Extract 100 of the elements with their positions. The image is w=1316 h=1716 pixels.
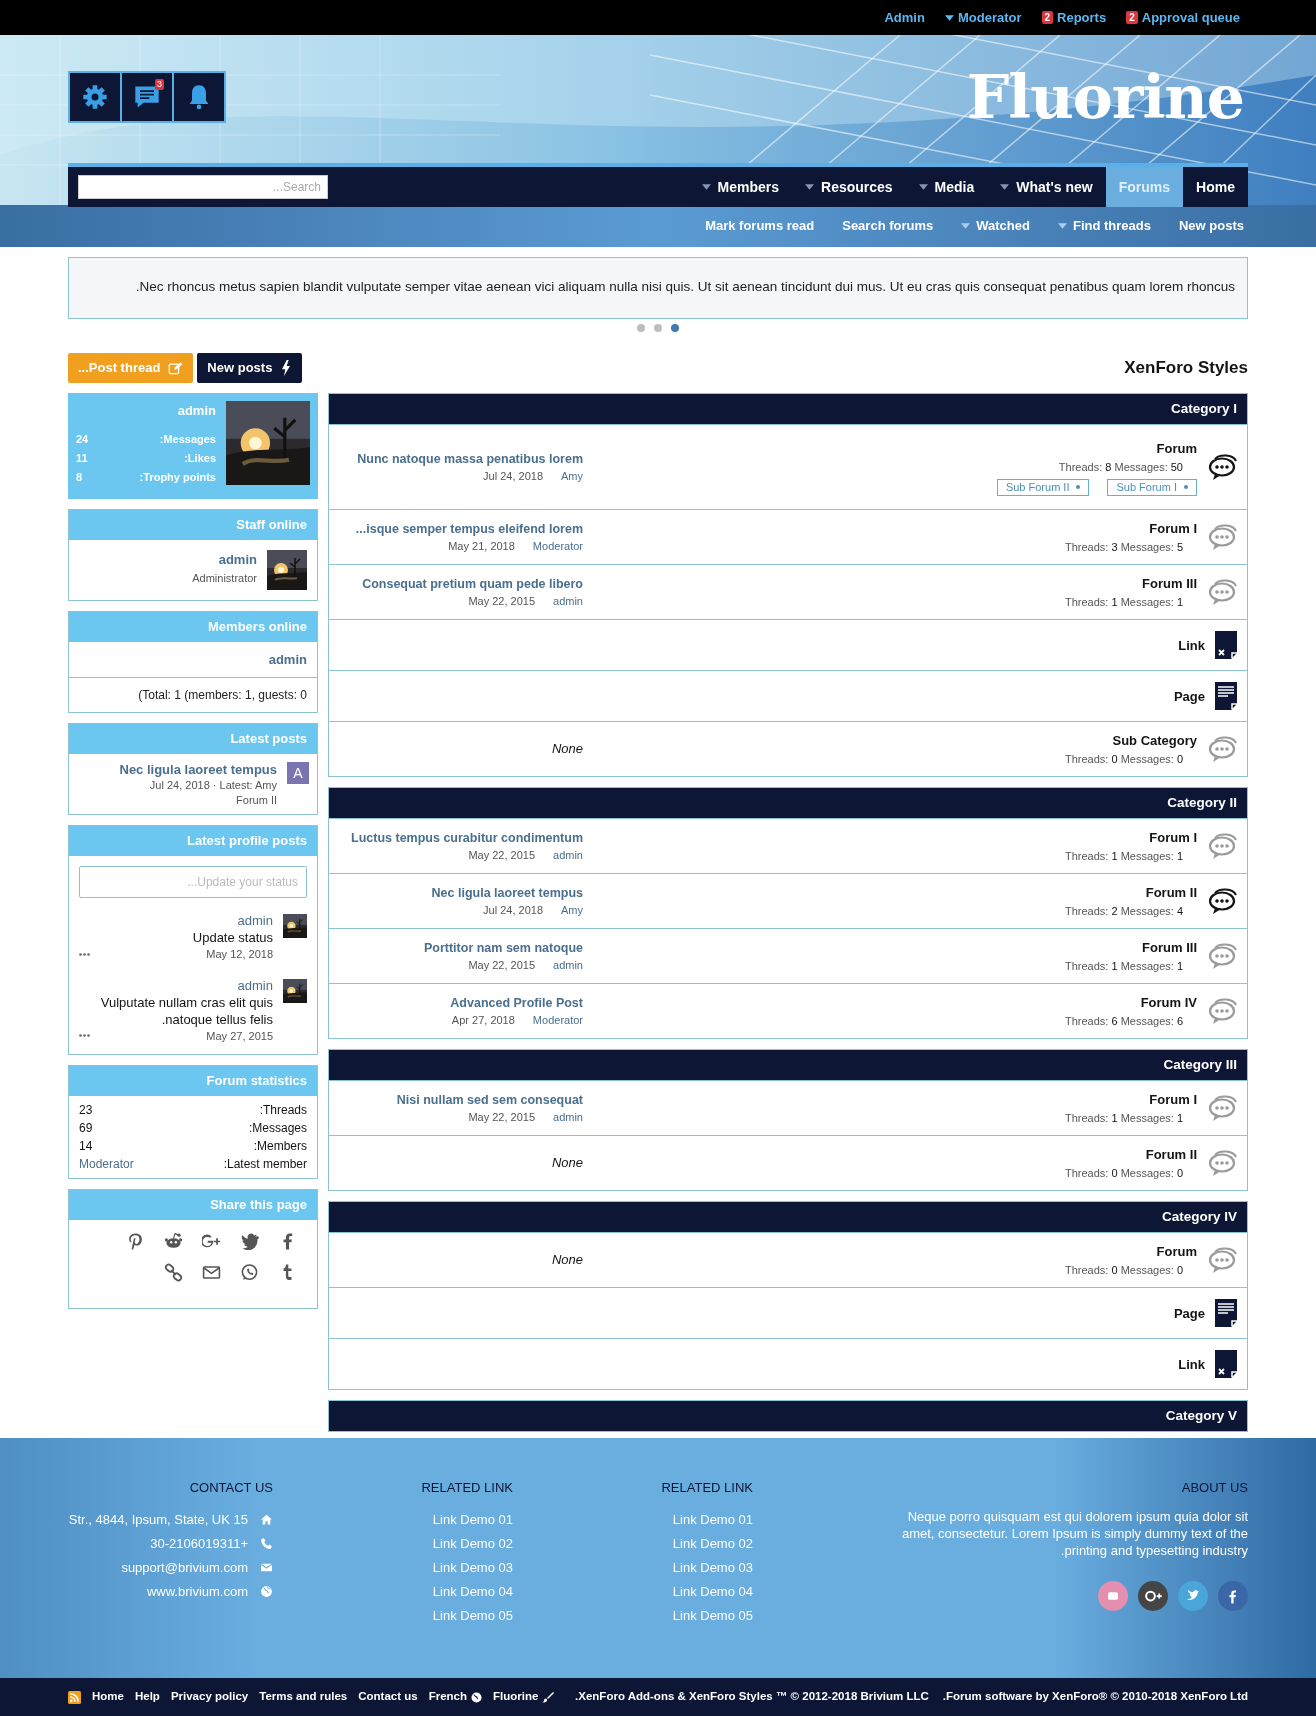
forum-title-link[interactable]: Forum III <box>1142 937 1197 957</box>
category-header[interactable]: Category IV <box>329 1202 1247 1232</box>
thread-link[interactable]: Advanced Profile Post <box>450 994 583 1012</box>
google-plus-icon[interactable] <box>1138 1580 1168 1611</box>
top-bar-link[interactable]: 2 Approval queue <box>1126 7 1240 28</box>
top-bar-link[interactable]: Moderator <box>944 7 1022 28</box>
category-header[interactable]: Category V <box>329 1401 1247 1431</box>
reddit-icon[interactable] <box>164 1232 183 1251</box>
sub-nav-link[interactable]: New posts <box>1179 216 1244 236</box>
username-link[interactable]: Moderator <box>532 538 583 554</box>
thread-link[interactable]: Consequat pretium quam pede libero <box>362 575 583 593</box>
lightning-icon <box>280 360 293 376</box>
thread-link[interactable]: Nec ligula laoreet tempus <box>119 762 277 778</box>
settings-button[interactable] <box>70 73 120 121</box>
username-link[interactable]: admin <box>268 649 307 670</box>
about-text: Neque porro quisquam est qui dolorem ipsum quia dolor sit amet, consectetur. Lorem Ipsum is simply dummy text of the .printing and typesetting industry <box>901 1507 1248 1559</box>
sub-nav-link[interactable]: Search forums <box>842 216 934 236</box>
username-link[interactable]: Amy <box>561 902 583 918</box>
thread-link[interactable]: Porttitor nam sem natoque <box>423 939 583 957</box>
forum-title-link[interactable]: Forum I <box>1149 827 1197 847</box>
forum-title-link[interactable]: Forum II <box>1145 1144 1197 1164</box>
thread-link[interactable]: Nec ligula laoreet tempus <box>431 884 583 902</box>
status-field[interactable]: ...Update your status <box>79 866 307 898</box>
sub-nav-link[interactable]: Find threads <box>1057 216 1151 236</box>
forum-title-link[interactable]: Link <box>1178 635 1205 655</box>
forum-title-link[interactable]: Page <box>1173 686 1205 706</box>
twitter-icon[interactable] <box>240 1232 259 1251</box>
forum-title-link[interactable]: Forum II <box>1145 882 1197 902</box>
forum-title-link[interactable]: Forum <box>1156 1241 1197 1261</box>
footer-nav-link[interactable]: Fluorine <box>493 1688 555 1706</box>
forum-title-link[interactable]: Forum <box>1156 438 1197 458</box>
thread-link[interactable]: Nisi nullam sed sem consequat <box>396 1091 583 1109</box>
nav-tab[interactable]: Resources <box>792 167 906 207</box>
footer-nav-link[interactable]: Contact us <box>358 1688 418 1706</box>
username-link[interactable]: admin <box>553 847 583 863</box>
more-icon[interactable] <box>79 1034 90 1038</box>
forum-title-link[interactable]: Forum I <box>1149 1089 1197 1109</box>
more-icon[interactable] <box>79 952 90 956</box>
footer-nav-link[interactable]: French <box>428 1688 482 1706</box>
forum-stats: Threads: 0 Messages: 0 <box>1064 751 1184 767</box>
link-node-icon <box>1215 1350 1237 1378</box>
username-link[interactable]: Amy <box>561 468 583 484</box>
category-header[interactable]: Category III <box>329 1050 1247 1080</box>
stat-label: :Latest member <box>223 1156 307 1173</box>
category-header[interactable]: Category II <box>329 788 1247 818</box>
nav-tab[interactable]: Home <box>1183 167 1248 207</box>
alerts-button[interactable] <box>174 73 224 121</box>
username-link[interactable]: Moderator <box>532 1012 583 1028</box>
nav-tab[interactable]: What's new <box>987 167 1106 207</box>
flickr-icon[interactable] <box>1098 1580 1128 1611</box>
pinterest-icon[interactable] <box>126 1232 145 1251</box>
widget-header: Staff online <box>69 510 317 540</box>
stat-label: :Trophy points <box>139 469 216 485</box>
contact-text: 30-2106019311+ <box>150 1534 248 1553</box>
forum-title-link[interactable]: Forum III <box>1142 573 1197 593</box>
thread-link[interactable]: Luctus tempus curabitur condimentum <box>351 829 583 847</box>
username-link[interactable]: admin <box>553 593 583 609</box>
count-badge: 2 <box>1126 11 1138 24</box>
thread-link[interactable]: Nunc natoque massa penatibus lorem <box>357 450 583 468</box>
footer-nav-link[interactable]: Home <box>92 1688 124 1706</box>
footer-nav-link[interactable]: Privacy policy <box>170 1688 249 1706</box>
username-link[interactable]: Moderator <box>79 1155 134 1173</box>
thread-link[interactable]: ...isque semper tempus eleifend lorem <box>355 520 583 538</box>
username-link[interactable]: admin <box>237 912 273 929</box>
post-date: Jul 24, 2018 <box>483 903 543 918</box>
username-link[interactable]: admin <box>237 976 273 994</box>
forum-title-link[interactable]: Sub Category <box>1112 730 1197 750</box>
top-bar-link[interactable]: 2 Reports <box>1041 7 1107 28</box>
category-header[interactable]: Category I <box>329 394 1247 424</box>
footer-nav-link[interactable]: Help <box>134 1688 160 1706</box>
sub-forum-link[interactable]: Sub Forum I <box>1107 478 1197 496</box>
forum-title-link[interactable]: Link <box>1178 1354 1205 1374</box>
footer-heading: ABOUT US <box>1181 1479 1248 1497</box>
link-icon[interactable] <box>164 1263 183 1282</box>
forum-title-link[interactable]: Page <box>1173 1303 1205 1323</box>
new-posts-button[interactable]: New posts <box>197 353 303 383</box>
rss-icon[interactable] <box>68 1690 81 1704</box>
username-link[interactable]: admin <box>553 1109 583 1125</box>
username-link[interactable]: admin <box>218 550 257 570</box>
footer-nav-link[interactable]: Terms and rules <box>259 1688 348 1706</box>
nav-tab[interactable]: Media <box>905 167 988 207</box>
top-bar-link[interactable]: Admin <box>884 7 925 28</box>
whatsapp-icon[interactable] <box>240 1263 259 1282</box>
twitter-icon[interactable] <box>1178 1580 1208 1611</box>
forum-title-link[interactable]: Forum IV <box>1140 992 1197 1012</box>
forum-link[interactable]: Forum II <box>236 793 277 807</box>
mail-icon[interactable] <box>202 1263 221 1282</box>
stat-value: 24 <box>76 431 89 447</box>
username-link[interactable]: admin <box>553 957 583 973</box>
search-field[interactable]: ...Search <box>78 175 328 199</box>
sub-nav-link[interactable]: Mark forums read <box>705 216 815 236</box>
nav-tab[interactable]: Members <box>688 167 792 207</box>
widget-header: Share this page <box>69 1190 317 1220</box>
forum-title-link[interactable]: Forum I <box>1149 518 1197 538</box>
facebook-icon[interactable] <box>1218 1580 1248 1611</box>
conversations-button[interactable]: 3 <box>122 73 172 121</box>
avatar: A <box>287 762 309 784</box>
sub-nav-link[interactable]: Watched <box>961 216 1030 236</box>
sub-forum-link[interactable]: Sub Forum II <box>996 478 1090 496</box>
dot-icon <box>1184 485 1188 489</box>
